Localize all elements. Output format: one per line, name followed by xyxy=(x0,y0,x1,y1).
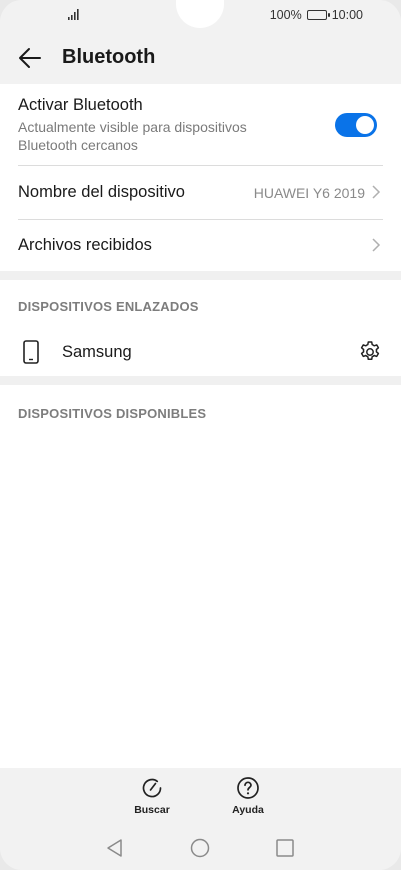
app-header: Bluetooth xyxy=(0,32,401,84)
phone-screen: 100% 10:00 Bluetooth Activar Bluetooth A… xyxy=(0,0,401,870)
back-arrow-icon[interactable] xyxy=(18,47,42,69)
help-button[interactable]: Ayuda xyxy=(218,776,278,816)
device-name-label: Nombre del dispositivo xyxy=(18,183,185,201)
status-right: 100% 10:00 xyxy=(270,8,363,22)
received-files-label: Archivos recibidos xyxy=(18,236,152,254)
scan-label: Buscar xyxy=(134,804,170,816)
nav-back-icon[interactable] xyxy=(104,837,126,859)
nav-recents-icon[interactable] xyxy=(274,837,296,859)
section-gap xyxy=(0,271,401,280)
page-title: Bluetooth xyxy=(62,46,156,68)
refresh-icon xyxy=(142,778,162,798)
bluetooth-toggle-title: Activar Bluetooth xyxy=(18,96,143,114)
help-label: Ayuda xyxy=(232,804,264,816)
bluetooth-toggle-subtitle: Actualmente visible para dispositivos Bl… xyxy=(18,119,247,153)
device-name-value: HUAWEI Y6 2019 xyxy=(253,185,365,201)
battery-percent: 100% xyxy=(269,8,302,22)
clock: 10:00 xyxy=(331,8,363,22)
system-nav-bar xyxy=(0,826,401,870)
paired-device-name: Samsung xyxy=(62,343,132,361)
battery-icon xyxy=(306,10,330,20)
chevron-right-icon xyxy=(372,238,381,252)
paired-devices-header: DISPOSITIVOS ENLAZADOS xyxy=(18,299,199,314)
bluetooth-toggle-row[interactable]: Activar Bluetooth Actualmente visible pa… xyxy=(0,84,401,165)
paired-device-row[interactable]: Samsung xyxy=(0,328,401,376)
toggle-knob xyxy=(356,116,374,134)
signal-icon xyxy=(68,9,79,20)
gear-icon[interactable] xyxy=(358,340,382,364)
bluetooth-toggle-switch[interactable] xyxy=(335,113,377,137)
scan-button[interactable]: Buscar xyxy=(122,776,182,816)
nav-home-icon[interactable] xyxy=(189,837,211,859)
section-gap xyxy=(0,376,401,385)
phone-icon xyxy=(23,340,39,364)
help-icon xyxy=(237,777,259,799)
available-devices-header: DISPOSITIVOS DISPONIBLES xyxy=(18,406,207,421)
bottom-action-bar: Buscar Ayuda xyxy=(0,768,401,826)
status-bar: 100% 10:00 xyxy=(0,0,401,32)
received-files-row[interactable]: Archivos recibidos xyxy=(0,220,401,271)
camera-notch xyxy=(176,0,224,28)
settings-list: Activar Bluetooth Actualmente visible pa… xyxy=(0,84,401,768)
device-name-row[interactable]: Nombre del dispositivo HUAWEI Y6 2019 xyxy=(0,166,401,219)
chevron-right-icon xyxy=(372,185,381,199)
